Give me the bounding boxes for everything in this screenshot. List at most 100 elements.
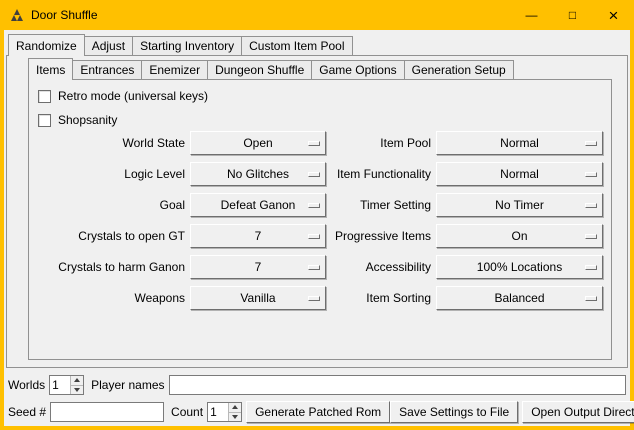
label-crystals-harm-ganon: Crystals to harm Ganon [38,260,185,274]
main-tab-bar: Randomize Adjust Starting Inventory Cust… [8,34,353,55]
app-icon [9,7,25,23]
dropdown-indicator-icon [585,234,597,239]
randomize-panel: Items Entrances Enemizer Dungeon Shuffle… [6,55,628,368]
dropdown-item-functionality-value: Normal [500,167,539,181]
dropdown-indicator-icon [308,265,320,270]
seed-input[interactable] [50,402,164,422]
dropdown-indicator-icon [308,141,320,146]
dropdown-indicator-icon [308,234,320,239]
count-spin-buttons [228,403,241,421]
label-world-state: World State [38,136,185,150]
count-input[interactable] [208,403,228,421]
subtab-dungeon-shuffle[interactable]: Dungeon Shuffle [207,60,312,79]
worlds-spin-buttons [70,376,83,394]
dropdown-item-pool[interactable]: Normal [436,131,603,155]
dropdown-item-pool-value: Normal [500,136,539,150]
subtab-items[interactable]: Items [28,58,73,80]
dropdown-world-state[interactable]: Open [190,131,326,155]
count-label: Count [171,405,203,419]
dropdown-logic-level-value: No Glitches [227,167,289,181]
dropdown-indicator-icon [585,203,597,208]
minimize-icon: — [526,8,538,22]
dropdown-progressive-items[interactable]: On [436,224,603,248]
spin-down-button[interactable] [229,413,241,422]
subtab-game-options[interactable]: Game Options [311,60,404,79]
open-output-directory-button[interactable]: Open Output Directory [522,401,634,423]
close-icon: × [609,7,619,24]
dropdown-goal-value: Defeat Ganon [221,198,296,212]
tab-randomize[interactable]: Randomize [8,34,85,56]
spin-down-button[interactable] [71,386,83,395]
label-timer-setting: Timer Setting [331,198,431,212]
label-weapons: Weapons [38,291,185,305]
maximize-button[interactable]: □ [552,0,593,30]
dropdown-crystals-open-gt-value: 7 [255,229,262,243]
spin-up-button[interactable] [229,403,241,413]
minimize-button[interactable]: — [511,0,552,30]
label-accessibility: Accessibility [331,260,431,274]
label-goal: Goal [38,198,185,212]
dropdown-item-sorting[interactable]: Balanced [436,286,603,310]
subtab-enemizer[interactable]: Enemizer [141,60,208,79]
titlebar[interactable]: Door Shuffle — □ × [0,0,634,30]
dropdown-timer-setting[interactable]: No Timer [436,193,603,217]
window: Door Shuffle — □ × Randomize Adjust Star… [0,0,634,430]
spin-up-button[interactable] [71,376,83,386]
down-arrow-icon [232,415,238,419]
options-grid: World State Open Item Pool Normal Logic … [29,127,611,313]
save-settings-button[interactable]: Save Settings to File [390,401,518,423]
label-item-functionality: Item Functionality [331,167,431,181]
label-progressive-items: Progressive Items [331,229,431,243]
close-button[interactable]: × [593,0,634,30]
shopsanity-checkbox[interactable] [38,114,51,127]
dropdown-weapons-value: Vanilla [240,291,275,305]
dropdown-indicator-icon [585,296,597,301]
subtab-generation-setup[interactable]: Generation Setup [404,60,514,79]
generate-patched-rom-button[interactable]: Generate Patched Rom [246,401,390,423]
dropdown-indicator-icon [308,203,320,208]
dropdown-logic-level[interactable]: No Glitches [190,162,326,186]
seed-row: Seed # Count Generate Patched Rom Save S… [8,400,626,424]
dropdown-indicator-icon [585,141,597,146]
player-names-input[interactable] [169,375,627,395]
worlds-stepper[interactable] [49,375,84,395]
dropdown-indicator-icon [308,296,320,301]
label-item-sorting: Item Sorting [331,291,431,305]
sub-tab-bar: Items Entrances Enemizer Dungeon Shuffle… [28,58,514,79]
dropdown-crystals-open-gt[interactable]: 7 [190,224,326,248]
down-arrow-icon [74,388,80,392]
retro-mode-checkbox[interactable] [38,90,51,103]
dropdown-timer-setting-value: No Timer [495,198,544,212]
label-crystals-open-gt: Crystals to open GT [38,229,185,243]
shopsanity-checkbox-row[interactable]: Shopsanity [38,112,117,128]
tab-adjust[interactable]: Adjust [84,36,133,55]
dropdown-indicator-icon [308,172,320,177]
retro-mode-checkbox-row[interactable]: Retro mode (universal keys) [38,88,208,104]
worlds-input[interactable] [50,376,70,394]
dropdown-item-functionality[interactable]: Normal [436,162,603,186]
tab-starting-inventory[interactable]: Starting Inventory [132,36,242,55]
items-panel: Retro mode (universal keys) Shopsanity W… [28,79,612,360]
dropdown-progressive-items-value: On [511,229,527,243]
seed-label: Seed # [8,405,46,419]
count-stepper[interactable] [207,402,242,422]
dropdown-accessibility-value: 100% Locations [477,260,562,274]
dropdown-crystals-harm-ganon-value: 7 [255,260,262,274]
dropdown-crystals-harm-ganon[interactable]: 7 [190,255,326,279]
label-item-pool: Item Pool [331,136,431,150]
tab-custom-item-pool[interactable]: Custom Item Pool [241,36,352,55]
maximize-icon: □ [569,8,576,22]
window-title: Door Shuffle [31,8,98,22]
shopsanity-label: Shopsanity [58,113,117,127]
player-names-label: Player names [91,378,164,392]
dropdown-world-state-value: Open [243,136,272,150]
dropdown-accessibility[interactable]: 100% Locations [436,255,603,279]
dropdown-indicator-icon [585,172,597,177]
dropdown-goal[interactable]: Defeat Ganon [190,193,326,217]
worlds-label: Worlds [8,378,45,392]
subtab-entrances[interactable]: Entrances [72,60,142,79]
retro-mode-label: Retro mode (universal keys) [58,89,208,103]
dropdown-weapons[interactable]: Vanilla [190,286,326,310]
dropdown-indicator-icon [585,265,597,270]
up-arrow-icon [232,405,238,409]
